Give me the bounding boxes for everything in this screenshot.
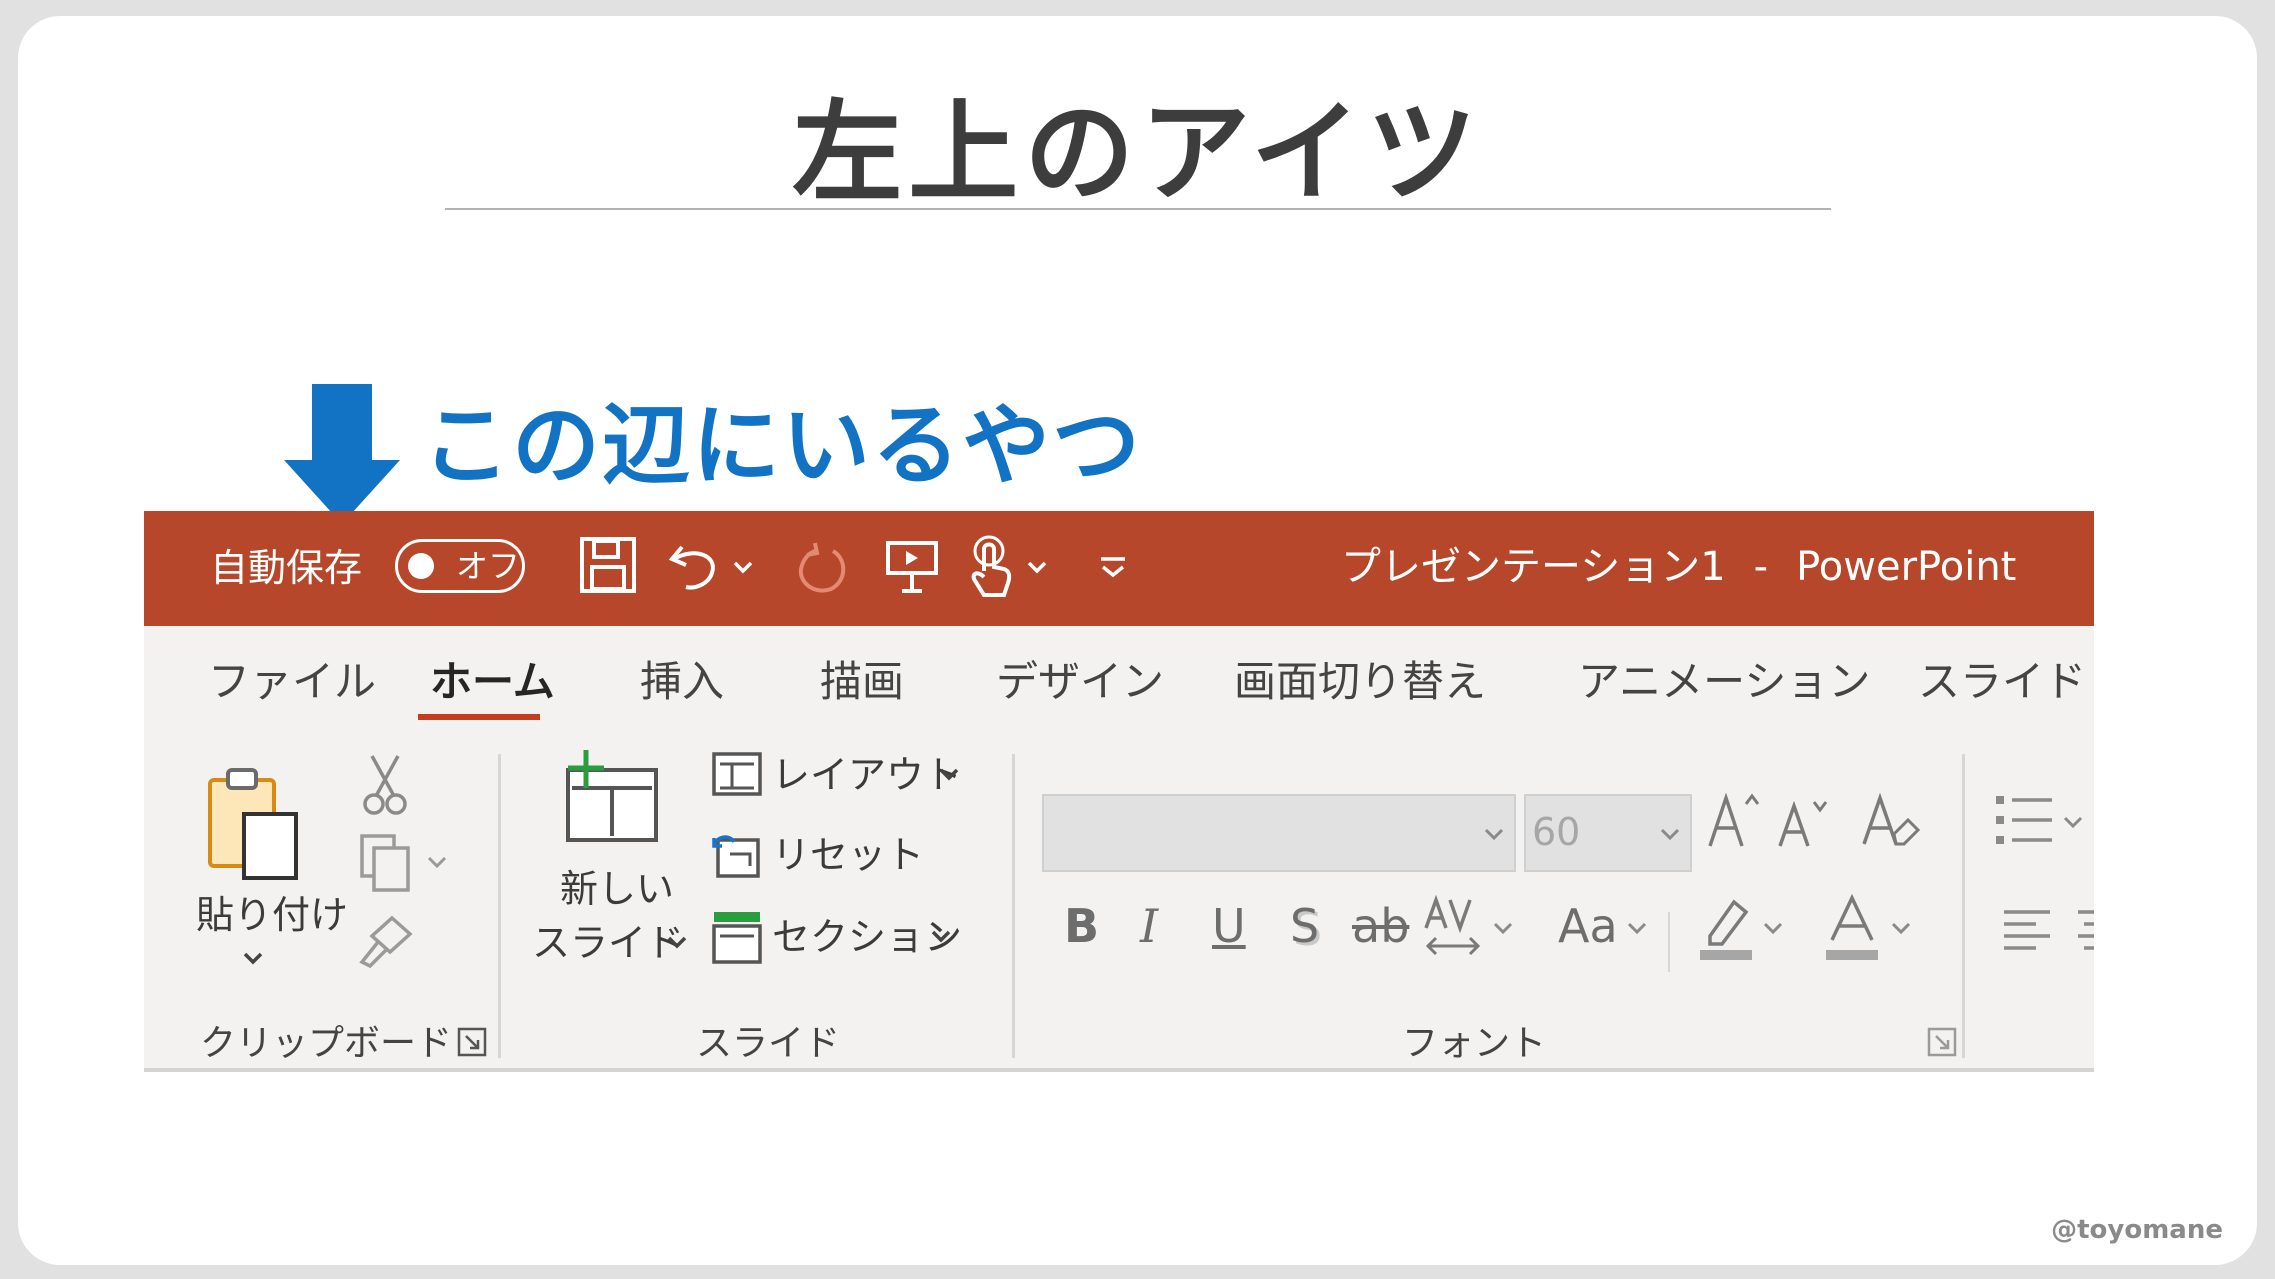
tab-slideshow[interactable]: スライド ショ xyxy=(1918,656,2094,708)
ribbon-bottom-border xyxy=(144,1068,2094,1072)
title-divider xyxy=(445,208,1831,210)
format-divider xyxy=(1668,912,1670,972)
highlight-dropdown-chevron-icon[interactable] xyxy=(1760,908,1786,948)
tab-animations[interactable]: アニメーション xyxy=(1578,656,1870,708)
watermark: @toyomane xyxy=(2051,1215,2223,1245)
autosave-label: 自動保存 xyxy=(210,546,363,590)
reset-icon[interactable] xyxy=(710,832,764,882)
toggle-knob xyxy=(408,553,434,579)
bullets-dropdown-chevron-icon[interactable] xyxy=(2060,802,2086,842)
ribbon-tabs: ファイル ホーム 挿入 描画 デザイン 画面切り替え アニメーション スライド … xyxy=(144,626,2094,736)
undo-icon[interactable] xyxy=(664,533,722,597)
section-icon[interactable] xyxy=(710,908,764,966)
new-slide-label-line2[interactable]: スライド xyxy=(532,920,684,966)
bold-button[interactable]: B xyxy=(1064,898,1099,954)
document-title: プレゼンテーション1 xyxy=(1341,544,1726,590)
paste-label[interactable]: 貼り付け xyxy=(196,892,348,938)
down-arrow-icon xyxy=(284,384,400,524)
font-color-dropdown-chevron-icon[interactable] xyxy=(1888,908,1914,948)
paste-icon[interactable] xyxy=(204,766,304,884)
font-group-label: フォント xyxy=(1402,1023,1547,1064)
highlight-color-icon[interactable] xyxy=(1696,892,1756,962)
new-slide-dropdown-chevron-icon[interactable] xyxy=(664,922,690,962)
font-size-value: 60 xyxy=(1532,810,1581,854)
touch-dropdown-chevron-icon[interactable] xyxy=(1024,533,1050,597)
cut-icon[interactable] xyxy=(362,750,408,820)
ribbon: 貼り付け クリップボード 新しい スライド レイアウト リセット セクション ス… xyxy=(144,736,2094,1070)
strikethrough-button[interactable]: ab xyxy=(1352,898,1409,954)
slide-title: 左上のアイツ xyxy=(792,89,1483,217)
title-bar: 自動保存 オフ プレゼンテーション1 - PowerPoint xyxy=(144,511,2094,626)
group-divider xyxy=(1012,754,1015,1058)
new-slide-icon[interactable] xyxy=(558,746,662,846)
align-center-icon[interactable] xyxy=(2074,904,2094,960)
group-divider xyxy=(498,754,501,1058)
paste-dropdown-chevron-icon[interactable] xyxy=(240,938,266,978)
tab-file[interactable]: ファイル xyxy=(208,656,376,708)
clipboard-group-label: クリップボード xyxy=(200,1023,453,1064)
callout-text: この辺にいるやつ xyxy=(422,394,1143,497)
font-name-combo[interactable] xyxy=(1042,794,1516,872)
layout-icon[interactable] xyxy=(710,750,764,798)
save-icon[interactable] xyxy=(578,533,638,597)
new-slide-label-line1[interactable]: 新しい xyxy=(560,866,674,912)
increase-font-size-icon[interactable] xyxy=(1706,788,1766,854)
tab-insert[interactable]: 挿入 xyxy=(640,656,724,708)
clear-formatting-icon[interactable] xyxy=(1860,788,1922,854)
touch-mode-icon[interactable] xyxy=(962,533,1018,601)
text-shadow-button[interactable]: S xyxy=(1290,898,1319,954)
font-name-dropdown-chevron-icon[interactable] xyxy=(1482,820,1506,850)
undo-dropdown-chevron-icon[interactable] xyxy=(730,533,756,597)
slides-group-label: スライド xyxy=(696,1023,841,1064)
layout-dropdown-chevron-icon[interactable] xyxy=(936,754,962,794)
section-dropdown-chevron-icon[interactable] xyxy=(928,916,954,956)
app-name: PowerPoint xyxy=(1796,544,2017,590)
decrease-font-size-icon[interactable] xyxy=(1776,792,1832,854)
redo-icon[interactable] xyxy=(791,533,851,597)
present-from-beginning-icon[interactable] xyxy=(882,533,942,597)
copy-icon[interactable] xyxy=(356,832,416,892)
active-tab-indicator xyxy=(418,714,540,720)
underline-button[interactable]: U xyxy=(1212,898,1246,954)
tab-design[interactable]: デザイン xyxy=(996,656,1164,708)
autosave-toggle[interactable]: オフ xyxy=(395,539,525,593)
align-left-icon[interactable] xyxy=(2000,904,2056,960)
title-separator: - xyxy=(1753,544,1769,590)
customize-quick-access-icon[interactable] xyxy=(1096,533,1130,597)
layout-label[interactable]: レイアウト xyxy=(772,752,962,798)
font-size-dropdown-chevron-icon[interactable] xyxy=(1658,820,1682,850)
change-case-button[interactable]: Aa xyxy=(1558,898,1618,954)
character-spacing-dropdown-chevron-icon[interactable] xyxy=(1490,908,1516,948)
reset-label[interactable]: リセット xyxy=(772,832,924,878)
powerpoint-window: 自動保存 オフ プレゼンテーション1 - PowerPoint ファイル ホーム… xyxy=(144,511,2094,1072)
autosave-toggle-state: オフ xyxy=(456,547,521,585)
copy-dropdown-chevron-icon[interactable] xyxy=(424,842,450,882)
change-case-dropdown-chevron-icon[interactable] xyxy=(1624,908,1650,948)
group-divider xyxy=(1962,754,1965,1058)
italic-button[interactable]: I xyxy=(1140,898,1158,954)
tab-transitions[interactable]: 画面切り替え xyxy=(1234,656,1486,708)
character-spacing-icon[interactable] xyxy=(1422,894,1486,960)
clipboard-dialog-launcher-icon[interactable] xyxy=(456,1026,488,1058)
tab-home[interactable]: ホーム xyxy=(430,656,555,708)
font-color-icon[interactable] xyxy=(1822,892,1882,962)
format-painter-icon[interactable] xyxy=(356,912,416,970)
window-title: プレゼンテーション1- PowerPoint xyxy=(1341,543,2016,591)
tab-draw[interactable]: 描画 xyxy=(820,656,904,708)
font-dialog-launcher-icon[interactable] xyxy=(1926,1026,1958,1058)
bullets-icon[interactable] xyxy=(1992,790,2056,850)
font-size-combo[interactable]: 60 xyxy=(1524,794,1692,872)
